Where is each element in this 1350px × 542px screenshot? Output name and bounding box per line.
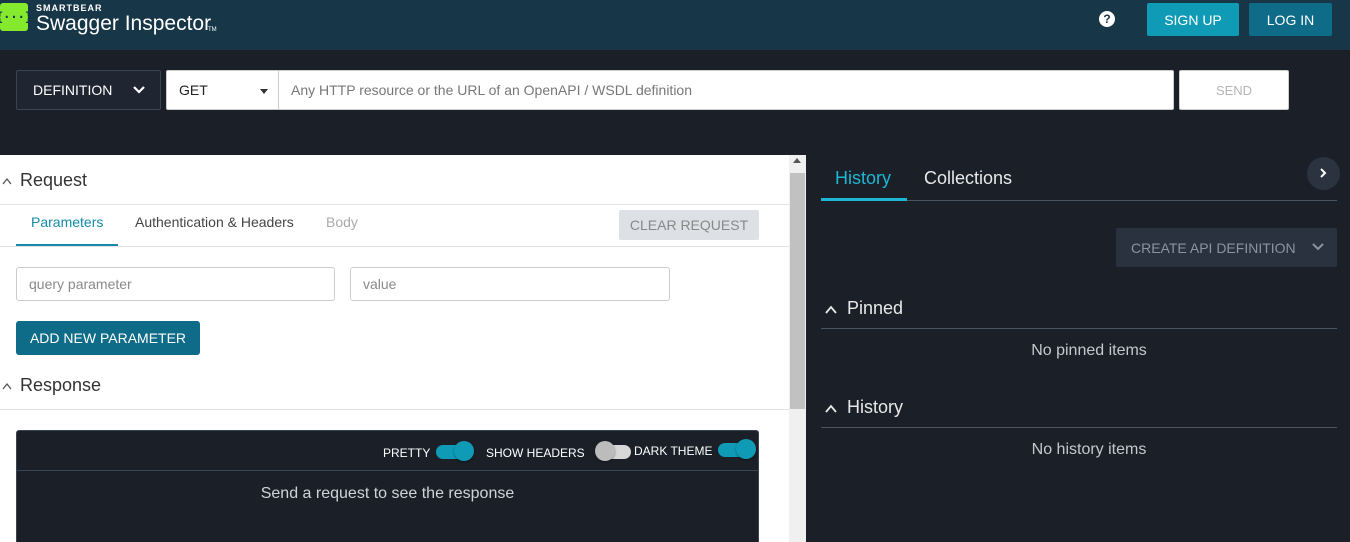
scroll-thumb[interactable] xyxy=(790,173,805,409)
pinned-section-header[interactable]: Pinned xyxy=(821,289,1337,329)
chevron-up-icon xyxy=(2,177,12,185)
request-section-header[interactable]: Request xyxy=(0,155,789,205)
send-button[interactable]: SEND xyxy=(1179,70,1289,110)
log-in-button[interactable]: LOG IN xyxy=(1249,3,1332,36)
brand-product-name[interactable]: Swagger Inspector xyxy=(36,12,211,36)
scroll-up-arrow-icon[interactable] xyxy=(793,158,801,163)
request-response-panel: Request Parameters Authentication & Head… xyxy=(0,155,789,542)
chevron-up-icon xyxy=(2,382,12,390)
caret-down-icon xyxy=(260,89,268,94)
active-tab-indicator xyxy=(821,198,907,201)
pretty-toggle-label: PRETTY xyxy=(383,446,431,460)
chevron-down-icon xyxy=(1312,243,1324,251)
trademark-mark: TM xyxy=(208,27,217,33)
tab-authentication-headers[interactable]: Authentication & Headers xyxy=(135,214,294,230)
tab-body[interactable]: Body xyxy=(326,214,358,230)
show-headers-toggle-label: SHOW HEADERS xyxy=(486,446,585,460)
collapse-sidebar-button[interactable] xyxy=(1307,157,1340,190)
pinned-empty-message: No pinned items xyxy=(1031,342,1147,359)
query-parameter-input[interactable] xyxy=(16,267,335,301)
definition-dropdown[interactable]: DEFINITION xyxy=(16,70,161,110)
url-input[interactable] xyxy=(278,70,1174,110)
help-icon[interactable]: ? xyxy=(1099,11,1115,27)
show-headers-toggle[interactable] xyxy=(595,441,633,461)
tab-history[interactable]: History xyxy=(835,168,891,189)
request-title: Request xyxy=(20,170,88,190)
response-viewer: PRETTY SHOW HEADERS DARK THEME Send a re… xyxy=(16,430,759,542)
add-new-parameter-button[interactable]: ADD NEW PARAMETER xyxy=(16,321,200,355)
pretty-toggle[interactable] xyxy=(436,441,474,461)
chevron-down-icon xyxy=(133,86,145,94)
swagger-logo-icon[interactable]: {···} xyxy=(0,3,32,31)
clear-request-button[interactable]: CLEAR REQUEST xyxy=(619,210,759,240)
history-title: History xyxy=(847,397,904,417)
chevron-right-icon xyxy=(1320,168,1327,178)
dark-theme-toggle-label: DARK THEME xyxy=(634,444,713,458)
definition-dropdown-label: DEFINITION xyxy=(33,82,113,98)
panel-scrollbar[interactable] xyxy=(789,155,806,542)
http-method-select[interactable]: GET xyxy=(166,70,279,110)
top-navbar: {···} SMARTBEAR Swagger Inspector TM ? S… xyxy=(0,0,1350,50)
create-api-definition-label: CREATE API DEFINITION xyxy=(1131,239,1296,256)
pinned-title: Pinned xyxy=(847,298,904,318)
chevron-up-icon xyxy=(825,305,837,314)
history-empty-message: No history items xyxy=(1031,441,1147,458)
tab-parameters[interactable]: Parameters xyxy=(31,214,103,230)
create-api-definition-button[interactable]: CREATE API DEFINITION xyxy=(1116,228,1337,267)
sign-up-button[interactable]: SIGN UP xyxy=(1147,3,1239,36)
tabs-divider xyxy=(0,246,789,247)
chevron-up-icon xyxy=(825,404,837,413)
history-section-header[interactable]: History xyxy=(821,388,1337,428)
response-toolbar: PRETTY SHOW HEADERS DARK THEME xyxy=(17,431,758,471)
dark-theme-toggle[interactable] xyxy=(718,439,756,459)
parameter-value-input[interactable] xyxy=(350,267,670,301)
http-method-value: GET xyxy=(179,82,208,98)
response-title: Response xyxy=(20,375,102,395)
response-section-header[interactable]: Response xyxy=(0,360,789,410)
response-empty-message: Send a request to see the response xyxy=(260,485,515,502)
tab-collections[interactable]: Collections xyxy=(924,168,1012,189)
